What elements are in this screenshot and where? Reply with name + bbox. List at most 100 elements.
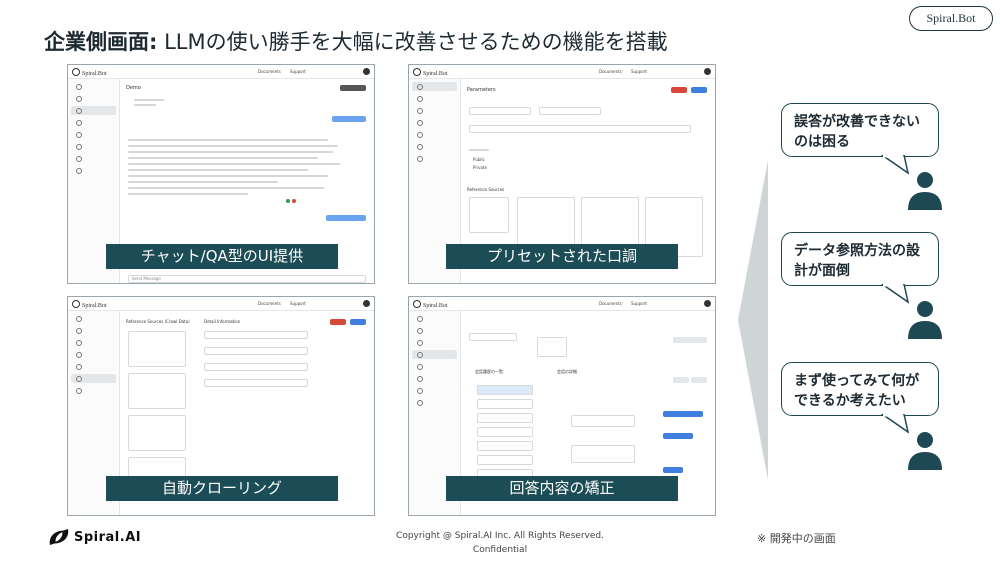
sidebar-item[interactable] xyxy=(71,326,116,335)
source-list[interactable] xyxy=(469,197,509,233)
filter-select[interactable] xyxy=(469,333,517,341)
divider-arrow xyxy=(738,160,768,480)
history-item[interactable] xyxy=(477,441,533,451)
radio-public[interactable]: Public xyxy=(473,157,485,162)
crawl-card[interactable] xyxy=(128,415,186,451)
person-icon xyxy=(908,172,942,210)
slide-title-rest: LLMの使い勝手を大幅に改善させるための機能を搭載 xyxy=(164,30,668,54)
sidebar-item[interactable] xyxy=(71,386,116,395)
nav-documents[interactable]: Documents xyxy=(258,301,281,306)
detail-field[interactable] xyxy=(204,347,308,355)
thumbs-up-icon[interactable] xyxy=(286,199,290,203)
caption-chat: チャット/QA型のUI提供 xyxy=(106,244,338,269)
radio-private[interactable]: Private xyxy=(473,165,487,170)
reference-sources-label: Reference Sources xyxy=(467,187,505,192)
sidebar-item[interactable] xyxy=(412,94,457,103)
history-item[interactable] xyxy=(477,385,533,395)
nav-support[interactable]: Support xyxy=(290,69,306,74)
spiral-logo-icon xyxy=(49,529,69,545)
thumbs-down-icon[interactable] xyxy=(292,199,296,203)
chat-user-message xyxy=(326,215,366,221)
sidebar-item[interactable] xyxy=(71,154,116,163)
sidebar-item[interactable] xyxy=(71,94,116,103)
history-item[interactable] xyxy=(477,399,533,409)
id-field[interactable] xyxy=(539,107,601,115)
delete-button[interactable] xyxy=(330,319,346,325)
detail-field[interactable] xyxy=(204,379,308,387)
sidebar-item[interactable] xyxy=(71,166,116,175)
filter-dropdown[interactable] xyxy=(537,337,567,357)
save-button[interactable] xyxy=(691,87,707,93)
bubble-1: 誤答が改善できないのは困る xyxy=(781,103,939,157)
history-item[interactable] xyxy=(477,427,533,437)
save-button[interactable] xyxy=(350,319,366,325)
sidebar-item[interactable] xyxy=(412,338,457,347)
bot-answer xyxy=(571,445,635,463)
person-icon xyxy=(908,432,942,470)
nav-documents[interactable]: Documents xyxy=(599,69,622,74)
history-item[interactable] xyxy=(477,413,533,423)
save-button[interactable] xyxy=(691,377,707,383)
sidebar-item[interactable] xyxy=(412,386,457,395)
person-icon xyxy=(908,301,942,339)
sidebar-item[interactable] xyxy=(412,82,457,91)
sidebar-item[interactable] xyxy=(71,350,116,359)
sidebar-item[interactable] xyxy=(71,338,116,347)
sidebar-item[interactable] xyxy=(412,374,457,383)
app-topbar: Spiral.Bot Documents Support xyxy=(68,297,374,311)
sidebar-item[interactable] xyxy=(412,118,457,127)
filter-button[interactable] xyxy=(673,337,707,343)
nav-documents[interactable]: Documents xyxy=(258,69,281,74)
conversation-detail-title: 会話の詳細 xyxy=(557,369,577,374)
bubble-3: まず使ってみて何ができるか考えたい xyxy=(781,362,939,416)
detail-field[interactable] xyxy=(204,331,308,339)
user-avatar[interactable] xyxy=(704,68,711,75)
caption-parameters: プリセットされた口調 xyxy=(446,244,678,269)
chat-action-button[interactable] xyxy=(340,85,366,91)
sidebar-item[interactable] xyxy=(412,398,457,407)
user-message xyxy=(663,433,693,439)
chat-message-input[interactable]: Send Message xyxy=(128,275,366,283)
user-avatar[interactable] xyxy=(363,68,370,75)
nav-documents[interactable]: Documents xyxy=(599,301,622,306)
sidebar-item[interactable] xyxy=(412,350,457,359)
user-message xyxy=(663,467,683,473)
app-topbar: Spiral.Bot Documents Support xyxy=(409,65,715,79)
nav-support[interactable]: Support xyxy=(290,301,306,306)
user-avatar[interactable] xyxy=(363,300,370,307)
nav-support[interactable]: Support xyxy=(631,301,647,306)
sidebar-item[interactable] xyxy=(71,82,116,91)
detail-field[interactable] xyxy=(204,363,308,371)
bubble-tail-icon xyxy=(880,284,910,304)
tone-select[interactable] xyxy=(469,125,691,133)
sidebar-item[interactable] xyxy=(71,130,116,139)
app-logo: Spiral.Bot xyxy=(413,300,448,309)
sidebar-item[interactable] xyxy=(412,154,457,163)
sidebar-item[interactable] xyxy=(71,118,116,127)
crawl-card[interactable] xyxy=(128,373,186,409)
sidebar-item[interactable] xyxy=(412,314,457,323)
development-note: ※ 開発中の画面 xyxy=(757,532,836,545)
name-field[interactable] xyxy=(469,107,531,115)
sidebar-item[interactable] xyxy=(412,326,457,335)
sidebar-item[interactable] xyxy=(71,142,116,151)
bubble-tail-icon xyxy=(880,155,910,175)
sidebar-item[interactable] xyxy=(71,374,116,383)
sidebar-item[interactable] xyxy=(71,362,116,371)
cancel-button[interactable] xyxy=(673,377,689,383)
crawl-header: Reference Sources (Crawl Data) xyxy=(126,319,190,324)
app-topbar: Spiral.Bot Documents Support xyxy=(409,297,715,311)
history-item[interactable] xyxy=(477,455,533,465)
sidebar-item[interactable] xyxy=(412,142,457,151)
crawl-card[interactable] xyxy=(128,331,186,367)
sidebar-item[interactable] xyxy=(412,106,457,115)
sidebar-item[interactable] xyxy=(412,130,457,139)
sidebar-item[interactable] xyxy=(71,106,116,115)
user-avatar[interactable] xyxy=(704,300,711,307)
sidebar-item[interactable] xyxy=(412,362,457,371)
cancel-button[interactable] xyxy=(671,87,687,93)
nav-support[interactable]: Support xyxy=(631,69,647,74)
history-list-title: 会話履歴の一覧 xyxy=(475,369,503,374)
sidebar-item[interactable] xyxy=(71,314,116,323)
bubble-2: データ参照方法の設計が面倒 xyxy=(781,232,939,286)
